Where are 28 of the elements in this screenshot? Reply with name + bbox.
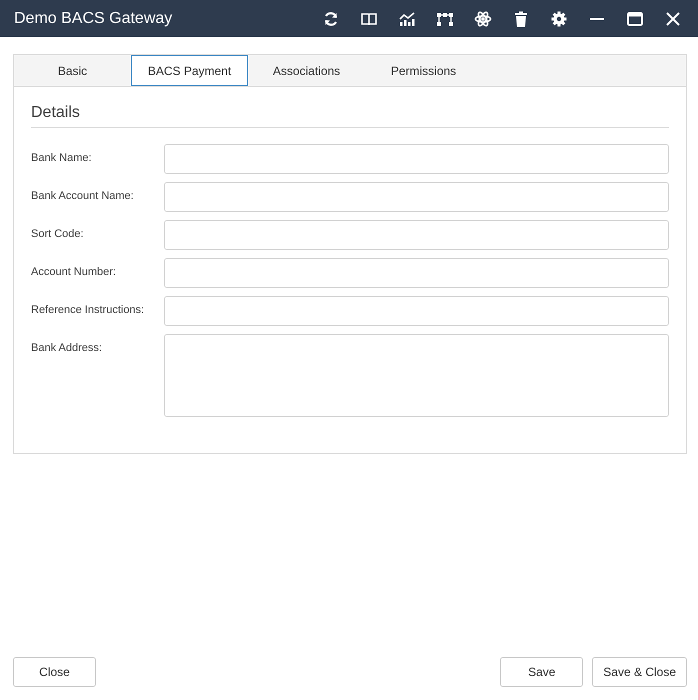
maximize-icon (626, 10, 644, 28)
input-field[interactable] (164, 144, 669, 174)
field-label: Bank Account Name: (31, 189, 135, 202)
field-label: Account Number: (31, 265, 117, 278)
tab[interactable]: Basic (14, 55, 131, 86)
input-field[interactable] (164, 182, 669, 212)
window-title: Demo BACS Gateway (14, 10, 172, 28)
section-title: Details (31, 104, 669, 128)
tab[interactable]: Permissions (365, 55, 482, 86)
settings-icon (550, 10, 568, 28)
tab[interactable]: Associations (248, 55, 365, 86)
save-button[interactable]: Save (500, 657, 584, 687)
close-icon (664, 10, 682, 28)
field-label: Sort Code: (31, 227, 85, 240)
field-label: Bank Address: (31, 341, 103, 354)
save-and-close-button[interactable]: Save & Close (592, 657, 687, 687)
field-label: Bank Name: (31, 151, 93, 164)
field-label: Reference Instructions: (31, 303, 146, 316)
input-field[interactable] (164, 296, 669, 326)
refresh-icon (322, 10, 340, 28)
atom-icon (474, 10, 492, 28)
close-button[interactable]: Close (13, 657, 96, 687)
tab[interactable]: BACS Payment (131, 55, 248, 86)
minimize-icon (590, 18, 604, 20)
trash-icon (512, 10, 530, 28)
input-field[interactable] (164, 258, 669, 288)
input-field[interactable] (164, 220, 669, 250)
chart-icon (398, 10, 416, 28)
